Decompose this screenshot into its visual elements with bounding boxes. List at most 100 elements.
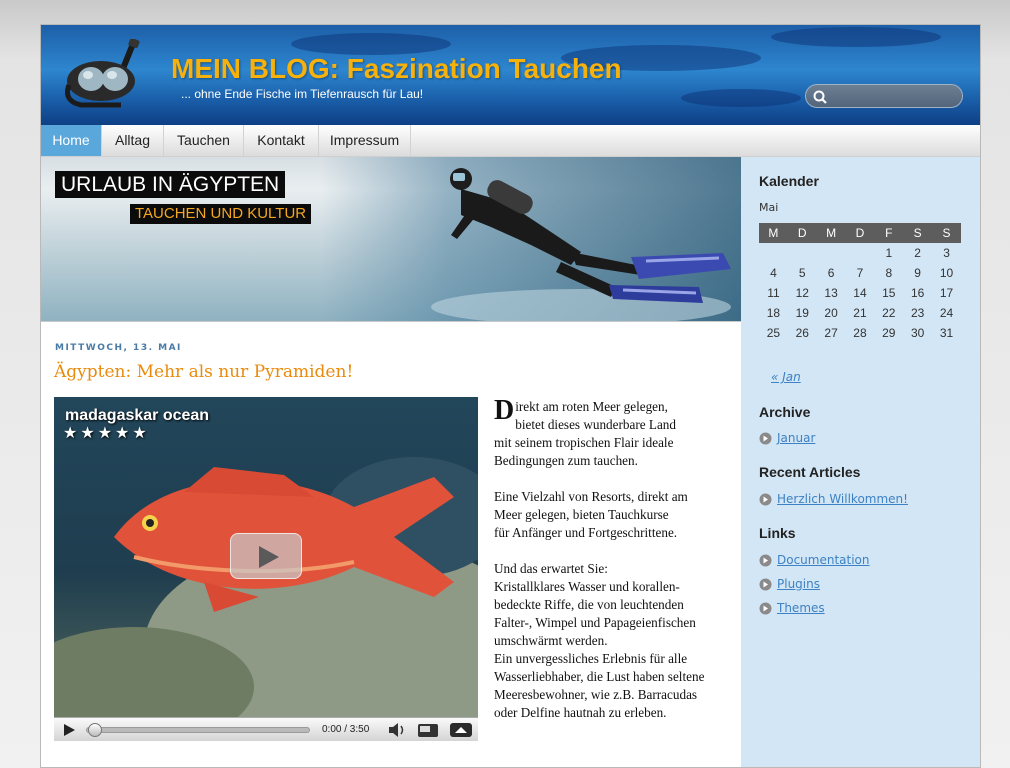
calendar-day: 4 [770,266,777,280]
calendar-weekday: S [903,223,933,243]
play-icon[interactable] [60,718,78,741]
arrow-bullet-icon [759,493,772,506]
calendar-day: 26 [795,326,809,340]
site-title[interactable]: MEIN BLOG: Faszination Tauchen [171,53,622,85]
archive-link-januar[interactable]: Januar [777,431,815,445]
scuba-diver-image [431,168,731,321]
nav-item-kontakt[interactable]: Kontakt [244,125,319,156]
play-icon[interactable] [230,533,302,579]
calendar-day: 7 [856,266,864,280]
video-rating-stars: ★★★★★ [63,423,150,442]
post-title[interactable]: Ägypten: Mehr als nur Pyramiden! [54,362,353,382]
post-body: Direkt am roten Meer gelegen, bietet die… [494,395,739,740]
main-navigation: Home Alltag Tauchen Kontakt Impressum [41,125,980,157]
nav-item-alltag[interactable]: Alltag [102,125,164,156]
recent-articles-heading: Recent Articles [759,464,861,480]
search-box[interactable] [805,84,963,108]
calendar-heading: Kalender [759,173,819,189]
calendar-day: 24 [939,306,954,320]
calendar-day: 8 [885,266,893,280]
search-icon [813,90,827,104]
search-input[interactable] [830,87,954,105]
seek-handle[interactable] [88,723,102,737]
background-fish [681,89,801,107]
post-paragraph-text: irekt am roten Meer gelegen, bietet dies… [494,399,676,468]
post-paragraph: Und das erwartet Sie: Kristallklares Was… [494,561,705,720]
calendar-day [817,243,846,263]
calendar-week: 25 26 27 28 29 30 31 [759,323,961,343]
post-date: MITTWOCH, 13. MAI [55,343,182,353]
calendar-day: 23 [910,306,925,320]
calendar-weekday: S [932,223,961,243]
post-paragraph: Direkt am roten Meer gelegen, bietet die… [494,395,739,470]
calendar-day: 25 [766,326,781,340]
calendar-day: 14 [853,286,867,300]
calendar-week: 18 19 20 21 22 23 24 [759,303,961,323]
banner-title: URLAUB IN ÄGYPTEN [55,171,286,198]
calendar-day: 5 [798,266,806,280]
calendar-day: 11 [767,286,780,300]
banner-subtitle: TAUCHEN UND KULTUR [130,204,312,224]
calendar-month: Mai [759,201,779,214]
calendar-day: 15 [882,286,896,300]
calendar-day: 28 [853,326,867,340]
fullscreen-icon[interactable] [448,718,474,741]
calendar-day: 17 [939,286,954,300]
arrow-bullet-icon [759,554,772,567]
link-documentation[interactable]: Documentation [777,553,870,567]
calendar-day: 13 [824,286,838,300]
calendar-day [846,243,875,263]
calendar: M D M D F S S 1 2 3 4 5 6 7 8 9 10 11 12… [759,223,961,343]
seek-bar[interactable] [86,718,310,741]
screen-size-icon[interactable] [416,718,440,741]
arrow-bullet-icon [759,602,772,615]
arrow-bullet-icon [759,578,772,591]
diving-mask-logo [65,39,140,108]
calendar-day: 16 [910,286,925,300]
dropcap: D [494,395,515,426]
calendar-day: 27 [824,326,838,340]
calendar-day: 21 [853,306,867,320]
nav-item-impressum[interactable]: Impressum [319,125,411,156]
calendar-day: 18 [766,306,781,320]
page-container: MEIN BLOG: Faszination Tauchen ... ohne … [40,24,981,768]
banner-divider [41,321,741,322]
calendar-week: 11 12 13 14 15 16 17 [759,283,961,303]
calendar-day: 31 [939,326,954,340]
header-banner: URLAUB IN ÄGYPTEN TAUCHEN UND KULTUR [41,157,741,321]
background-fish [771,27,941,47]
calendar-day: 3 [943,246,950,260]
sidebar: Kalender Mai M D M D F S S 1 2 3 4 5 6 7… [741,157,980,767]
calendar-prev-month-link[interactable]: « Jan [771,370,801,384]
archive-heading: Archive [759,404,811,420]
calendar-day: 6 [827,266,835,280]
site-header: MEIN BLOG: Faszination Tauchen ... ohne … [41,25,980,125]
video-player[interactable]: madagaskar ocean ★★★★★ 0:00 / 3:50 [54,397,478,741]
calendar-day: 9 [914,266,921,280]
calendar-day: 29 [882,326,896,340]
link-themes[interactable]: Themes [777,601,825,615]
calendar-day [759,243,788,263]
nav-item-home[interactable]: Home [41,125,102,156]
calendar-day: 19 [795,306,809,320]
calendar-day: 10 [939,266,954,280]
calendar-day: 20 [824,306,838,320]
calendar-weekday: D [787,223,817,243]
background-fish [291,33,451,55]
calendar-day: 12 [795,286,809,300]
video-time: 0:00 / 3:50 [322,724,370,735]
calendar-week: 4 5 6 7 8 9 10 [759,263,961,283]
calendar-day: 1 [885,246,893,260]
link-plugins[interactable]: Plugins [777,577,820,591]
video-controls: 0:00 / 3:50 [54,717,478,741]
arrow-bullet-icon [759,432,772,445]
calendar-day: 22 [882,306,896,320]
links-heading: Links [759,525,796,541]
nav-item-tauchen[interactable]: Tauchen [164,125,244,156]
volume-icon[interactable] [386,718,408,741]
calendar-week: 1 2 3 [759,243,961,263]
recent-article-link[interactable]: Herzlich Willkommen! [777,492,908,506]
calendar-weekday: F [874,223,904,243]
calendar-weekday: D [845,223,875,243]
post-paragraph: Eine Vielzahl von Resorts, direkt am Mee… [494,489,688,540]
